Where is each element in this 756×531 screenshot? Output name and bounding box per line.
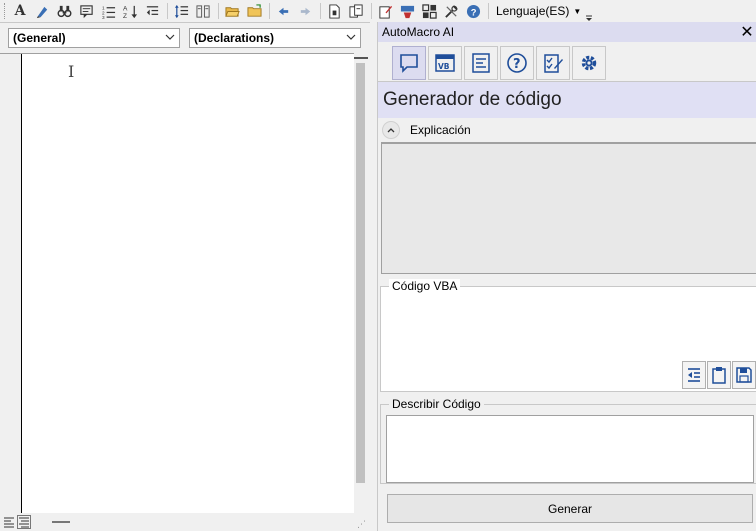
insert-icon [688, 368, 700, 382]
line-spacing-icon[interactable] [171, 1, 191, 21]
document-icon[interactable] [324, 1, 344, 21]
chat-bubble-icon [400, 54, 418, 73]
panel-title: AutoMacro AI [382, 25, 455, 39]
settings-tools-icon[interactable] [419, 1, 439, 21]
scrollbar-thumb[interactable] [356, 63, 365, 483]
insert-code-button[interactable] [682, 361, 706, 389]
code-margin-indicator-bar[interactable] [0, 54, 22, 513]
tab-review[interactable] [536, 46, 570, 80]
chevron-down-icon [346, 34, 356, 40]
binoculars-icon[interactable] [54, 1, 74, 21]
vba-code-actions [681, 361, 756, 389]
document-list-icon [472, 53, 490, 73]
svg-text:VB: VB [438, 62, 450, 71]
forward-arrow-icon[interactable] [295, 1, 315, 21]
explanation-textbox[interactable] [381, 142, 756, 274]
close-icon[interactable]: ✕ [739, 23, 755, 41]
gear-icon [581, 55, 597, 71]
section-title: Generador de código [378, 82, 756, 118]
describe-code-input[interactable] [386, 415, 754, 483]
tab-vba-editor[interactable]: VB [428, 46, 462, 80]
tab-settings[interactable] [572, 46, 606, 80]
generate-button[interactable]: Generar [387, 494, 753, 523]
toolbar: A 123 AZ ? Lenguaje(ES) ▼ [0, 0, 756, 22]
split-bar[interactable] [354, 53, 368, 59]
question-circle-icon: ? [507, 53, 527, 73]
vba-window-icon: VB [435, 54, 455, 72]
font-icon[interactable]: A [10, 1, 30, 21]
horizontal-scrollbar[interactable] [52, 521, 70, 523]
code-editor-pane: (General) (Declarations) I ⋰ [0, 22, 370, 531]
chevron-up-icon[interactable] [382, 121, 400, 139]
toolbar-separator [269, 3, 270, 19]
full-module-view-icon[interactable] [17, 515, 31, 529]
vertical-scrollbar[interactable] [354, 53, 368, 513]
tab-help[interactable]: ? [500, 46, 534, 80]
code-window[interactable]: I [0, 53, 354, 513]
vba-code-label: Código VBA [389, 279, 461, 293]
documents-icon[interactable] [346, 1, 366, 21]
clear-icon[interactable] [397, 1, 417, 21]
object-combo[interactable]: (General) [8, 28, 180, 48]
checklist-edit-icon [544, 54, 563, 73]
procedure-combo-value: (Declarations) [194, 31, 275, 45]
language-dropdown[interactable]: Lenguaje(ES) ▼ [494, 1, 583, 21]
help-icon[interactable]: ? [463, 1, 483, 21]
toolbar-separator [371, 3, 372, 19]
svg-text:?: ? [513, 57, 521, 72]
editor-bottom-bar: ⋰ [0, 513, 370, 531]
toolbar-separator [218, 3, 219, 19]
describe-code-group: Describir Código [380, 397, 756, 484]
svg-text:?: ? [470, 7, 476, 17]
save-code-button[interactable] [732, 361, 756, 389]
explanation-header[interactable]: Explicación [382, 121, 471, 139]
tab-code-generator[interactable] [392, 46, 426, 80]
save-icon [736, 367, 752, 383]
procedure-combo[interactable]: (Declarations) [189, 28, 361, 48]
describe-code-label: Describir Código [389, 397, 484, 411]
toolbar-overflow-icon[interactable] [585, 1, 593, 21]
language-dropdown-label: Lenguaje(ES) [496, 4, 570, 18]
resize-grip-icon[interactable]: ⋰ [357, 519, 366, 530]
explanation-label: Explicación [410, 123, 471, 137]
toolbar-grip[interactable] [4, 3, 7, 19]
object-combo-value: (General) [13, 31, 66, 45]
tab-code-library[interactable] [464, 46, 498, 80]
toolbar-separator [320, 3, 321, 19]
outdent-icon[interactable] [142, 1, 162, 21]
svg-text:3: 3 [101, 15, 104, 19]
numbered-list-icon[interactable]: 123 [98, 1, 118, 21]
comment-icon[interactable] [76, 1, 96, 21]
open-folder-icon[interactable] [222, 1, 242, 21]
vba-code-group: Código VBA [380, 279, 756, 392]
automacro-panel: AutoMacro AI ✕ VB ? Generador de código … [377, 22, 756, 531]
panel-tab-bar: VB ? [378, 44, 756, 82]
procedure-view-icon[interactable] [2, 515, 16, 529]
wrench-icon[interactable] [441, 1, 461, 21]
panel-title-bar: AutoMacro AI ✕ [378, 22, 756, 42]
folder-icon[interactable] [244, 1, 264, 21]
toolbar-separator [488, 3, 489, 19]
clipboard-icon [712, 367, 726, 384]
svg-text:Z: Z [123, 13, 127, 19]
edit-document-icon[interactable] [375, 1, 395, 21]
chevron-down-icon: ▼ [573, 6, 582, 16]
chevron-down-icon [165, 34, 175, 40]
highlight-icon[interactable] [32, 1, 52, 21]
columns-icon[interactable] [193, 1, 213, 21]
svg-text:A: A [123, 5, 128, 12]
sort-icon[interactable]: AZ [120, 1, 140, 21]
back-arrow-icon[interactable] [273, 1, 293, 21]
copy-code-button[interactable] [707, 361, 731, 389]
text-cursor-icon: I [68, 62, 75, 81]
toolbar-separator [167, 3, 168, 19]
